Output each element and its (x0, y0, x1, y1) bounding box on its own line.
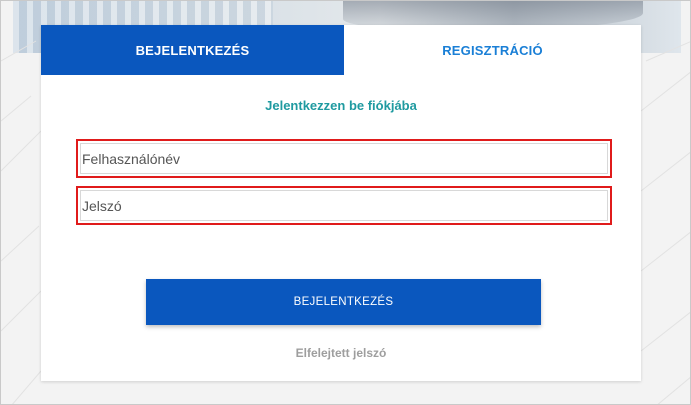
login-button[interactable]: BEJELENTKEZÉS (146, 279, 541, 325)
form-subtitle: Jelentkezzen be fiókjába (265, 98, 417, 113)
password-highlight (76, 186, 612, 225)
tab-login[interactable]: BEJELENTKEZÉS (41, 25, 344, 75)
login-card: BEJELENTKEZÉS REGISZTRÁCIÓ Jelentkezzen … (41, 25, 641, 381)
username-highlight (76, 139, 612, 178)
forgot-password-link[interactable]: Elfelejtett jelszó (41, 346, 641, 360)
auth-tabs: BEJELENTKEZÉS REGISZTRÁCIÓ (41, 25, 641, 75)
password-input[interactable] (80, 190, 608, 221)
username-input[interactable] (80, 143, 608, 174)
page-frame: BEJELENTKEZÉS REGISZTRÁCIÓ Jelentkezzen … (0, 0, 691, 405)
tab-register[interactable]: REGISZTRÁCIÓ (344, 25, 641, 75)
